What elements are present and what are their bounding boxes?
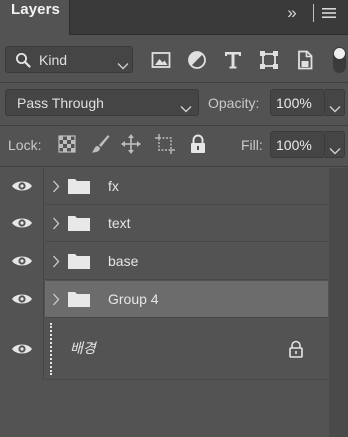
layer-name[interactable]: text xyxy=(108,215,131,231)
layer-body[interactable]: text xyxy=(45,205,328,242)
filter-toggle-switch[interactable] xyxy=(333,47,346,73)
fill-label: Fill: xyxy=(241,137,263,153)
divider xyxy=(0,166,348,167)
layer-body[interactable]: 배경 xyxy=(45,318,328,380)
eye-icon xyxy=(11,254,33,268)
layer-row-text[interactable]: text xyxy=(0,205,348,242)
filter-kind-label: Kind xyxy=(39,52,68,68)
visibility-toggle[interactable] xyxy=(0,243,44,280)
type-filter-icon[interactable] xyxy=(222,49,244,71)
folder-icon xyxy=(67,291,91,308)
layer-row-base[interactable]: base xyxy=(0,243,348,280)
adjustment-filter-icon[interactable] xyxy=(186,49,208,71)
fill-dropdown-button[interactable] xyxy=(325,131,345,158)
layer-body[interactable]: Group 4 xyxy=(45,281,328,318)
smart-object-filter-icon[interactable] xyxy=(294,49,316,71)
chevron-down-icon xyxy=(329,100,341,113)
fill-input[interactable]: 100% xyxy=(270,131,325,158)
layers-scrollbar-track[interactable] xyxy=(329,168,348,437)
layer-name[interactable]: fx xyxy=(108,178,119,194)
chevron-down-icon xyxy=(117,57,129,70)
divider xyxy=(0,82,348,83)
layer-lock-icon[interactable] xyxy=(288,340,304,358)
lock-image-pixels-icon[interactable] xyxy=(89,133,111,155)
layers-list: fx text base Group 4 배경 xyxy=(0,168,348,437)
chevron-down-icon xyxy=(180,100,192,113)
lock-transparent-pixels-icon[interactable] xyxy=(56,133,78,155)
opacity-value: 100% xyxy=(276,95,312,111)
blend-mode-select[interactable]: Pass Through xyxy=(5,89,199,116)
toggle-knob xyxy=(334,48,345,59)
layer-name[interactable]: Group 4 xyxy=(108,291,159,307)
collapse-panel-button[interactable]: » xyxy=(281,3,303,23)
opacity-label: Opacity: xyxy=(208,95,260,111)
visibility-toggle[interactable] xyxy=(0,168,44,205)
eye-icon xyxy=(11,292,33,306)
lock-position-icon[interactable] xyxy=(120,133,142,155)
blend-mode-value: Pass Through xyxy=(17,95,104,111)
expand-arrow-icon[interactable] xyxy=(52,255,60,268)
layer-name[interactable]: 배경 xyxy=(70,338,96,358)
eye-icon xyxy=(11,342,33,356)
filter-kind-select[interactable]: Kind xyxy=(5,46,133,73)
expand-arrow-icon[interactable] xyxy=(52,180,60,193)
expand-arrow-icon[interactable] xyxy=(52,293,60,306)
eye-icon xyxy=(11,179,33,193)
lock-label: Lock: xyxy=(8,137,42,153)
layer-body[interactable]: base xyxy=(45,243,328,280)
folder-icon xyxy=(67,178,91,195)
lock-artboard-icon[interactable] xyxy=(154,133,176,155)
visibility-toggle[interactable] xyxy=(0,318,44,380)
tab-layers[interactable]: Layers xyxy=(0,0,70,35)
layers-panel: Layers » Kind Pass Through Opacity: 100%… xyxy=(0,0,348,437)
tab-layers-label: Layers xyxy=(11,1,60,18)
search-icon xyxy=(15,52,31,68)
folder-icon xyxy=(67,215,91,232)
lock-all-icon[interactable] xyxy=(187,133,209,155)
layer-body[interactable]: fx xyxy=(45,168,328,205)
visibility-toggle[interactable] xyxy=(0,281,44,318)
shape-filter-icon[interactable] xyxy=(258,49,280,71)
expand-arrow-icon[interactable] xyxy=(52,217,60,230)
layer-name[interactable]: base xyxy=(108,253,138,269)
folder-icon xyxy=(67,253,91,270)
tab-bar-divider xyxy=(313,4,314,22)
layer-row-fx[interactable]: fx xyxy=(0,168,348,205)
panel-menu-icon[interactable] xyxy=(322,6,336,18)
chevron-down-icon xyxy=(329,142,341,155)
layer-row-background[interactable]: 배경 xyxy=(0,318,348,380)
panel-tab-bar: Layers » xyxy=(0,0,348,35)
eye-icon xyxy=(11,216,33,230)
fill-value: 100% xyxy=(276,137,312,153)
visibility-toggle[interactable] xyxy=(0,205,44,242)
layer-row-group-4[interactable]: Group 4 xyxy=(0,281,348,318)
divider xyxy=(0,125,348,126)
opacity-dropdown-button[interactable] xyxy=(325,89,345,116)
opacity-input[interactable]: 100% xyxy=(270,89,325,116)
image-filter-icon[interactable] xyxy=(150,49,172,71)
layer-thumbnail xyxy=(50,323,53,375)
